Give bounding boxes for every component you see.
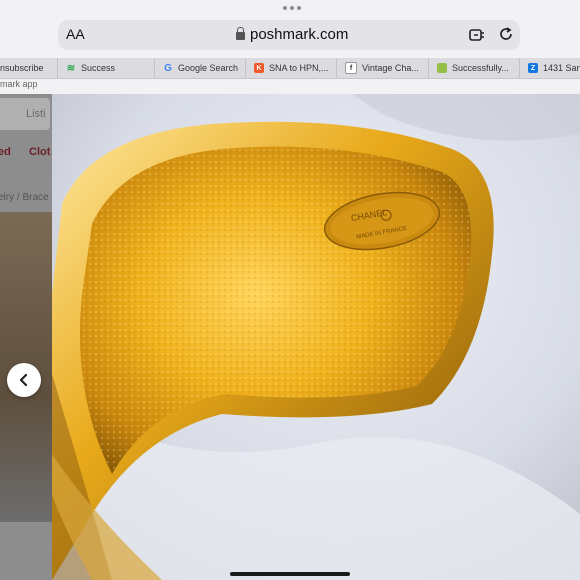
text-size-button[interactable]: AA [66,26,85,42]
nav-item-partial[interactable]: ed [0,146,11,158]
address-bar[interactable]: AA poshmark.com [58,20,520,50]
tab-1431-san[interactable]: Z 1431 San [520,58,580,78]
url-field[interactable]: poshmark.com [236,26,348,43]
tab-sna-to-hpn[interactable]: K SNA to HPN,... [246,58,337,78]
product-photo[interactable]: CHANEL MADE IN FRANCE [52,94,580,580]
bag-icon [437,63,447,73]
tab-vintage-chanel[interactable]: f Vintage Cha... [337,58,429,78]
tab-label: SNA to HPN,... [269,63,329,73]
previous-image-button[interactable] [7,363,41,397]
tab-bar: nsubscribe ≋ Success G Google Search K S… [0,58,580,79]
url-text: poshmark.com [250,26,349,43]
reload-icon[interactable] [497,25,515,43]
nav-item-clothing[interactable]: Clot [29,146,50,158]
tab-success[interactable]: ≋ Success [58,58,155,78]
gold-cuff-image: CHANEL MADE IN FRANCE [52,94,580,580]
multitask-handle[interactable] [283,6,301,10]
chevron-left-icon [19,373,28,387]
search-input[interactable]: Listi [0,98,50,130]
tab-label: 1431 San [543,63,580,73]
home-indicator[interactable] [230,572,350,576]
open-in-app-banner[interactable]: mark app [0,79,38,89]
extension-icon[interactable] [468,26,486,44]
lock-icon [236,27,245,40]
tab-google-search[interactable]: G Google Search [155,58,246,78]
zillow-icon: Z [528,63,538,73]
tab-label: nsubscribe [0,63,44,73]
tab-unsubscribe[interactable]: nsubscribe [0,58,58,78]
breadcrumb[interactable]: elry / Brace [0,192,49,203]
f-icon: f [345,62,357,74]
google-icon: G [164,62,172,74]
tab-label: Success [81,63,116,73]
tab-label: Google Search [178,63,239,73]
tab-label: Successfully... [452,63,509,73]
search-placeholder: Listi [26,108,46,120]
k-icon: K [254,63,264,73]
dimmed-page-background: Listi ed Clot elry / Brace [0,94,52,580]
tab-successfully[interactable]: Successfully... [429,58,520,78]
wifi-icon: ≋ [66,62,76,74]
tab-label: Vintage Cha... [362,63,419,73]
browser-toolbar: AA poshmark.com [0,0,580,58]
